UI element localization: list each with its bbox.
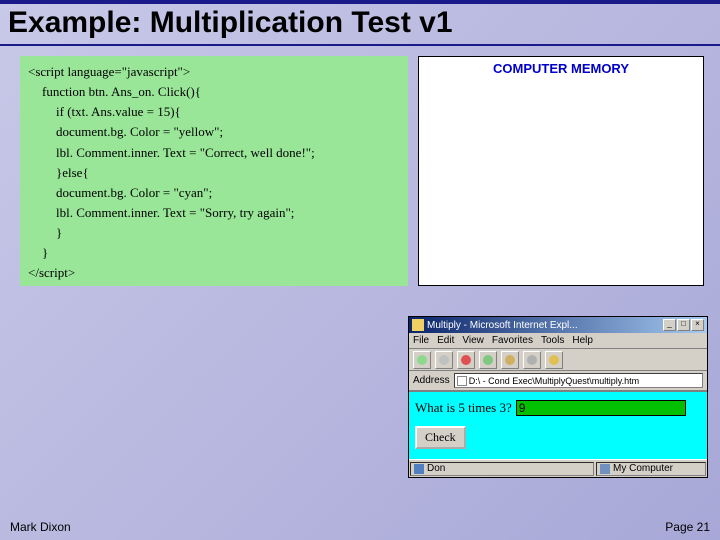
code-block: <script language="javascript"> function …	[20, 56, 408, 286]
forward-button[interactable]	[435, 351, 453, 369]
computer-icon	[600, 464, 610, 474]
code-line: function btn. Ans_on. Click(){	[42, 82, 400, 102]
code-line: <script language="javascript">	[28, 62, 400, 82]
memory-title: COMPUTER MEMORY	[419, 57, 703, 80]
menu-help[interactable]: Help	[572, 335, 593, 346]
code-line: lbl. Comment.inner. Text = "Correct, wel…	[56, 143, 400, 163]
forward-icon	[439, 355, 449, 365]
answer-input[interactable]: 9	[516, 400, 686, 416]
ie-icon	[412, 319, 424, 331]
refresh-icon	[483, 355, 493, 365]
address-label: Address	[413, 375, 450, 386]
slide-title: Example: Multiplication Test v1	[8, 6, 712, 40]
slide-author: Mark Dixon	[10, 520, 71, 534]
slide-title-bar: Example: Multiplication Test v1	[0, 0, 720, 46]
question-text: What is 5 times 3?	[415, 400, 512, 416]
minimize-button[interactable]: _	[663, 319, 676, 331]
memory-panel: COMPUTER MEMORY	[418, 56, 704, 286]
menu-favorites[interactable]: Favorites	[492, 335, 533, 346]
code-line: }	[42, 243, 400, 263]
answer-value: 9	[519, 401, 526, 415]
home-icon	[505, 355, 515, 365]
status-left-text: Don	[427, 463, 445, 474]
menu-view[interactable]: View	[462, 335, 484, 346]
search-icon	[527, 355, 537, 365]
menu-tools[interactable]: Tools	[541, 335, 564, 346]
menu-file[interactable]: File	[413, 335, 429, 346]
star-icon	[549, 355, 559, 365]
address-input[interactable]: D:\ - Cond Exec\MultiplyQuest\multiply.h…	[454, 373, 703, 388]
code-line: document.bg. Color = "yellow";	[56, 122, 400, 142]
code-line: </script>	[28, 263, 400, 283]
favorites-button[interactable]	[545, 351, 563, 369]
status-right-text: My Computer	[613, 463, 673, 474]
maximize-button[interactable]: □	[677, 319, 690, 331]
slide-page: Page 21	[665, 520, 710, 534]
globe-icon	[414, 464, 424, 474]
back-button[interactable]	[413, 351, 431, 369]
check-button[interactable]: Check	[415, 426, 466, 449]
back-icon	[417, 355, 427, 365]
page-content: What is 5 times 3? 9 Check	[409, 391, 707, 459]
code-line: lbl. Comment.inner. Text = "Sorry, try a…	[56, 203, 400, 223]
stop-button[interactable]	[457, 351, 475, 369]
browser-window: Multiply - Microsoft Internet Expl... _ …	[408, 316, 708, 478]
page-icon	[457, 376, 467, 386]
status-left: Don	[410, 462, 594, 476]
code-line: }	[56, 223, 400, 243]
menu-edit[interactable]: Edit	[437, 335, 454, 346]
code-line: if (txt. Ans.value = 15){	[56, 102, 400, 122]
code-line: document.bg. Color = "cyan";	[56, 183, 400, 203]
address-bar: Address D:\ - Cond Exec\MultiplyQuest\mu…	[409, 371, 707, 391]
close-button[interactable]: ×	[691, 319, 704, 331]
browser-statusbar: Don My Computer	[409, 459, 707, 477]
browser-titlebar[interactable]: Multiply - Microsoft Internet Expl... _ …	[409, 317, 707, 333]
browser-window-title: Multiply - Microsoft Internet Expl...	[427, 320, 662, 331]
browser-toolbar	[409, 349, 707, 371]
browser-menubar: File Edit View Favorites Tools Help	[409, 333, 707, 349]
code-line: }else{	[56, 163, 400, 183]
stop-icon	[461, 355, 471, 365]
status-right: My Computer	[596, 462, 706, 476]
address-value: D:\ - Cond Exec\MultiplyQuest\multiply.h…	[469, 376, 639, 386]
refresh-button[interactable]	[479, 351, 497, 369]
home-button[interactable]	[501, 351, 519, 369]
question-row: What is 5 times 3? 9	[415, 400, 701, 416]
search-button[interactable]	[523, 351, 541, 369]
slide-footer: Mark Dixon Page 21	[0, 520, 720, 534]
